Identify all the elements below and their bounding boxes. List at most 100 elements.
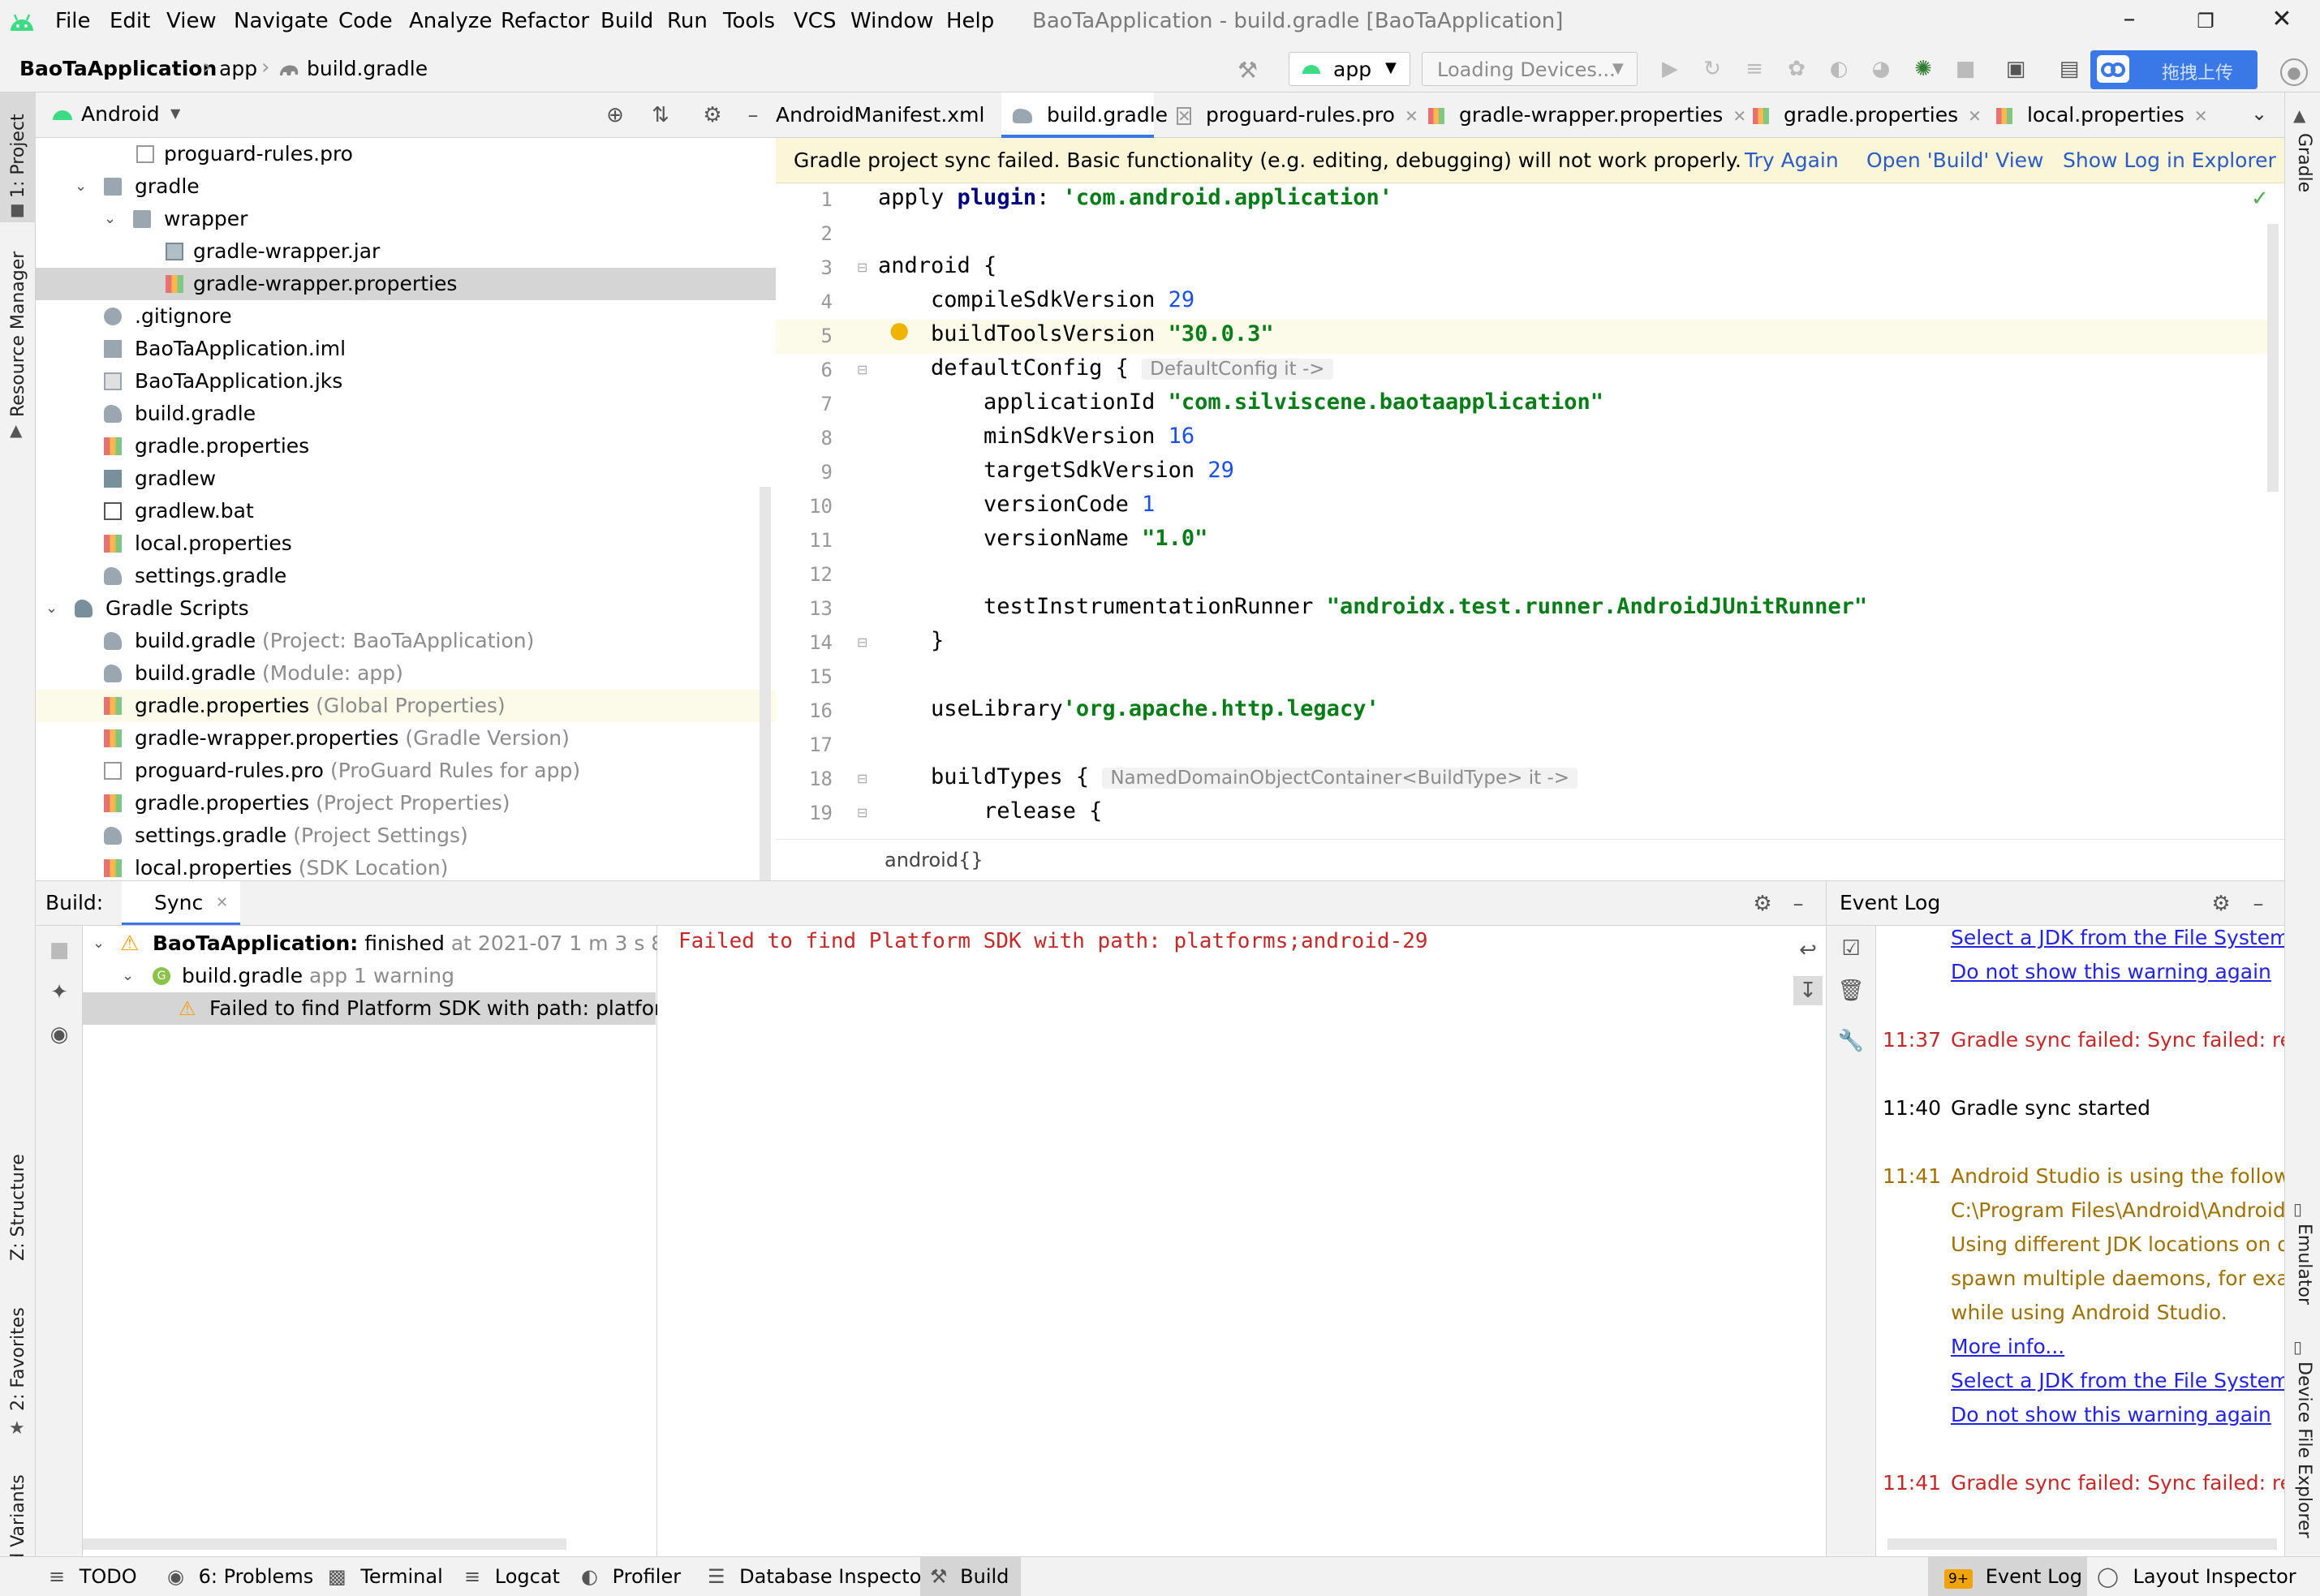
gradle-tool-button[interactable]: ▲ Gradle bbox=[2285, 101, 2320, 214]
collapse-all-icon[interactable]: ⇅ bbox=[646, 101, 675, 130]
fold-icon[interactable]: ⊟ bbox=[857, 805, 867, 820]
chevron-down-icon[interactable]: ⌄ bbox=[122, 960, 134, 992]
fold-icon[interactable]: ⊟ bbox=[857, 771, 867, 786]
apply-code-changes-icon[interactable]: ≡ bbox=[1740, 54, 1769, 84]
menu-tools[interactable]: Tools bbox=[723, 9, 775, 33]
stop-icon[interactable]: ■ bbox=[1951, 54, 1980, 84]
project-tool-button[interactable]: 1: Project ■ bbox=[0, 92, 36, 222]
eye-icon[interactable]: ◉ bbox=[45, 1020, 74, 1049]
fold-icon[interactable]: ⊟ bbox=[857, 635, 867, 650]
menu-vcs[interactable]: VCS bbox=[794, 9, 836, 33]
tab-build-gradle[interactable]: build.gradle ✕ bbox=[1001, 92, 1191, 138]
menu-help[interactable]: Help bbox=[946, 9, 994, 33]
menu-navigate[interactable]: Navigate bbox=[234, 9, 329, 33]
todo-button[interactable]: ≡ TODO bbox=[49, 1557, 137, 1596]
build-tree-warning[interactable]: ⚠ Failed to find Platform SDK with path:… bbox=[83, 992, 699, 1025]
menu-run[interactable]: Run bbox=[667, 9, 708, 33]
tab-overflow-chevron-icon[interactable]: ⌄ bbox=[2251, 102, 2267, 125]
device-dropdown[interactable]: Loading Devices... ▼ bbox=[1422, 52, 1638, 86]
run-icon[interactable]: ▶ bbox=[1655, 54, 1685, 84]
event-log-link[interactable]: More info... bbox=[1951, 1335, 2064, 1358]
tree-item[interactable]: build.gradle (Module: app) bbox=[36, 657, 776, 690]
tab-local-properties[interactable]: local.properties ✕ bbox=[1985, 92, 2208, 138]
menu-file[interactable]: File bbox=[55, 9, 91, 33]
editor-scrollbar[interactable] bbox=[2267, 224, 2279, 492]
close-tab-icon[interactable]: ✕ bbox=[1968, 106, 1982, 126]
event-log-link[interactable]: Select a JDK from the File System bbox=[1951, 1369, 2284, 1392]
stop-icon[interactable]: ■ bbox=[45, 936, 74, 965]
show-log-link[interactable]: Show Log in Explorer bbox=[2063, 138, 2276, 183]
menu-refactor[interactable]: Refactor bbox=[501, 9, 589, 33]
device-file-explorer-button[interactable]: ▯ Device File Explorer bbox=[2285, 1334, 2320, 1545]
chevron-down-icon[interactable]: ▼ bbox=[170, 105, 180, 121]
try-again-link[interactable]: Try Again bbox=[1745, 138, 1839, 183]
chevron-down-icon[interactable]: ⌄ bbox=[104, 203, 116, 235]
hide-panel-icon[interactable]: – bbox=[1784, 889, 1813, 918]
tree-item[interactable]: proguard-rules.pro (ProGuard Rules for a… bbox=[36, 755, 776, 787]
emulator-tool-button[interactable]: ▯ Emulator bbox=[2285, 1196, 2320, 1310]
breadcrumb-project[interactable]: BaoTaApplication bbox=[19, 57, 217, 80]
menu-build[interactable]: Build bbox=[600, 9, 653, 33]
tree-item[interactable]: gradle.properties (Project Properties) bbox=[36, 787, 776, 820]
tree-item[interactable]: gradlew bbox=[36, 462, 776, 495]
minimize-icon[interactable]: – bbox=[2105, 5, 2154, 41]
upload-button[interactable]: 拖拽上传 bbox=[2090, 50, 2258, 89]
event-log-body[interactable]: Select a JDK from the File System Do not… bbox=[1876, 926, 2284, 1556]
tree-item[interactable]: BaoTaApplication.jks bbox=[36, 365, 776, 398]
mark-all-read-icon[interactable]: ☑ bbox=[1836, 934, 1866, 963]
menu-view[interactable]: View bbox=[166, 9, 217, 33]
tab-gradle-wrapper-properties[interactable]: gradle-wrapper.properties ✕ bbox=[1417, 92, 1746, 138]
locate-icon[interactable]: ⊕ bbox=[600, 101, 630, 130]
event-log-link[interactable]: Select a JDK from the File System bbox=[1951, 926, 2284, 949]
code-editor[interactable]: ● apply plugin: 'com.android.application… bbox=[873, 183, 2284, 839]
event-log-link[interactable]: Do not show this warning again bbox=[1951, 1403, 2271, 1426]
menu-code[interactable]: Code bbox=[338, 9, 393, 33]
tree-item[interactable]: ⌄ wrapper bbox=[36, 203, 776, 235]
tab-sync[interactable]: Sync ✕ bbox=[122, 881, 240, 925]
tree-item[interactable]: build.gradle bbox=[36, 398, 776, 430]
open-build-view-link[interactable]: Open 'Build' View bbox=[1866, 138, 2044, 183]
close-tab-icon[interactable]: ✕ bbox=[216, 894, 228, 911]
tree-item[interactable]: gradlew.bat bbox=[36, 495, 776, 527]
tree-item[interactable]: ⌄ gradle bbox=[36, 170, 776, 203]
build-tree-root[interactable]: ⌄ ⚠ BaoTaApplication: finished at 2021-0… bbox=[83, 927, 726, 960]
build-tree-child[interactable]: ⌄ G build.gradle app 1 warning bbox=[83, 960, 656, 992]
pin-icon[interactable]: ✦ bbox=[45, 978, 74, 1007]
profile-icon[interactable]: ◐ bbox=[1824, 54, 1853, 84]
tree-item[interactable]: settings.gradle (Project Settings) bbox=[36, 820, 776, 852]
favorites-tool-button[interactable]: 2: Favorites ★ bbox=[0, 1261, 36, 1448]
soft-wrap-icon[interactable]: ↩ bbox=[1793, 936, 1823, 965]
tree-item[interactable]: .gitignore bbox=[36, 300, 776, 333]
hide-panel-icon[interactable]: – bbox=[2244, 889, 2273, 918]
menu-analyze[interactable]: Analyze bbox=[409, 9, 492, 33]
event-log-button[interactable]: 9+ Event Log bbox=[1928, 1557, 2087, 1596]
chevron-down-icon[interactable]: ⌄ bbox=[45, 592, 58, 625]
apply-changes-icon[interactable]: ↻ bbox=[1698, 54, 1727, 84]
tree-item[interactable]: build.gradle (Project: BaoTaApplication) bbox=[36, 625, 776, 657]
tab-android-manifest[interactable]: AndroidManifest.xml bbox=[776, 92, 996, 138]
hammer-icon[interactable]: ⚒ bbox=[1237, 57, 1258, 84]
tab-gradle-properties[interactable]: gradle.properties ✕ bbox=[1741, 92, 1982, 138]
tab-proguard-rules[interactable]: proguard-rules.pro ✕ bbox=[1165, 92, 1418, 138]
tree-item[interactable]: local.properties (SDK Location) bbox=[36, 852, 776, 880]
debug-icon[interactable]: ✿ bbox=[1782, 54, 1811, 84]
tree-item[interactable]: local.properties bbox=[36, 527, 776, 560]
problems-button[interactable]: ◉ 6: Problems bbox=[167, 1557, 313, 1596]
breadcrumb-file[interactable]: build.gradle bbox=[307, 57, 428, 80]
logcat-button[interactable]: ≡ Logcat bbox=[464, 1557, 560, 1596]
close-tab-icon[interactable]: ✕ bbox=[2194, 106, 2208, 126]
avd-manager-icon[interactable]: ▤ bbox=[2055, 54, 2084, 84]
run-config-dropdown[interactable]: app ▼ bbox=[1289, 52, 1410, 86]
tree-item[interactable]: gradle-wrapper.properties (Gradle Versio… bbox=[36, 722, 776, 755]
menu-edit[interactable]: Edit bbox=[110, 9, 150, 33]
scroll-to-end-icon[interactable]: ↧ bbox=[1793, 976, 1823, 1005]
gear-icon[interactable]: ⚙ bbox=[1748, 889, 1777, 918]
structure-tool-button[interactable]: Z: Structure bbox=[0, 1058, 36, 1261]
menu-window[interactable]: Window bbox=[850, 9, 934, 33]
restore-icon[interactable]: ❐ bbox=[2181, 10, 2230, 45]
hide-panel-icon[interactable]: – bbox=[738, 101, 768, 130]
tree-item[interactable]: settings.gradle bbox=[36, 560, 776, 592]
wrench-icon[interactable]: 🔧 bbox=[1836, 1026, 1866, 1056]
terminal-button[interactable]: ▩ Terminal bbox=[328, 1557, 443, 1596]
tree-item[interactable]: gradle.properties bbox=[36, 430, 776, 462]
